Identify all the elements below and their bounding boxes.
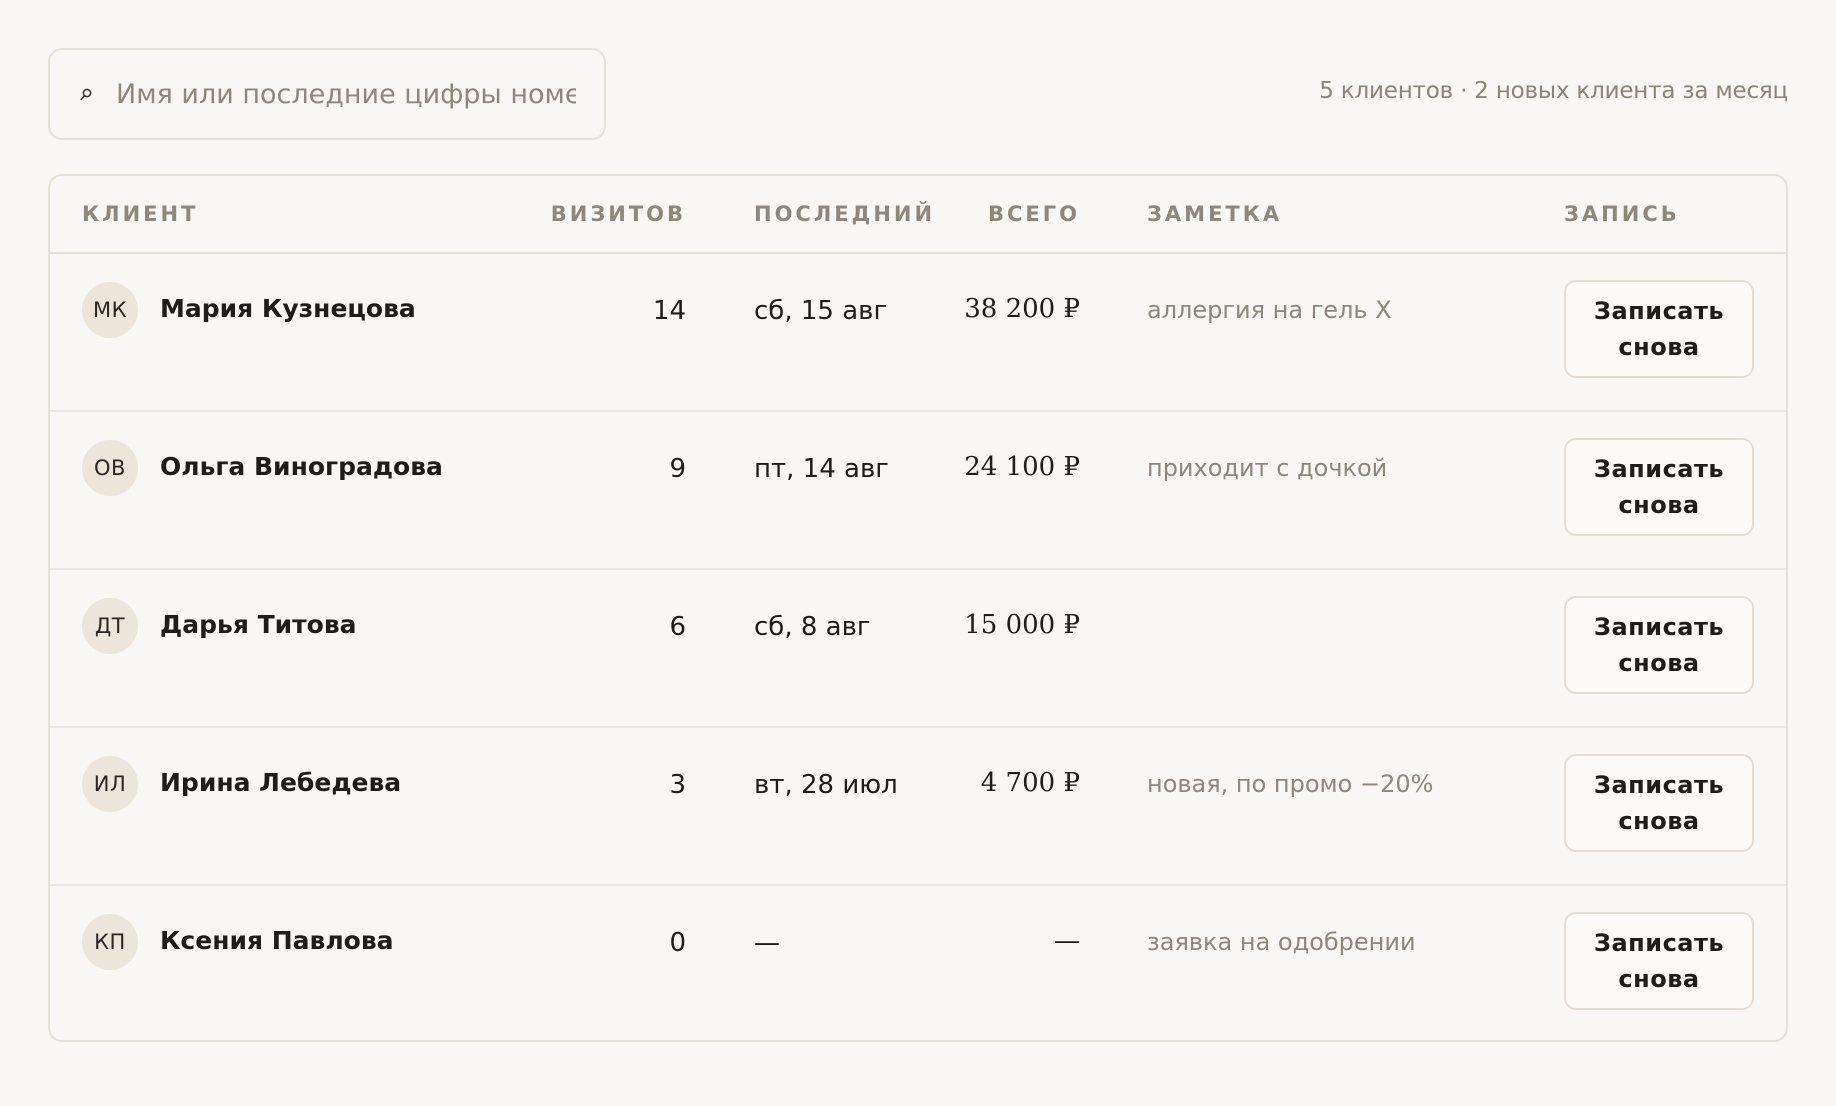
last-visit-date: пт, 14 авг — [754, 454, 889, 484]
client-note: новая, по промо −20% — [1147, 770, 1434, 798]
visits-count: 14 — [652, 296, 686, 326]
rebook-button[interactable]: Записать снова — [1564, 912, 1754, 1010]
visits-count: 0 — [669, 928, 686, 958]
last-visit-date: сб, 15 авг — [754, 296, 888, 326]
rebook-button[interactable]: Записать снова — [1564, 438, 1754, 536]
client-note: приходит с дочкой — [1147, 454, 1388, 482]
total-spent: — — [1054, 926, 1080, 956]
client-name[interactable]: Мария Кузнецова — [160, 294, 416, 323]
rebook-button[interactable]: Записать снова — [1564, 596, 1754, 694]
table-row[interactable]: ИЛ Ирина Лебедева 3 вт, 28 июл 4 700 ₽ н… — [50, 726, 1786, 886]
table-row[interactable]: ОВ Ольга Виноградова 9 пт, 14 авг 24 100… — [50, 410, 1786, 570]
last-visit-date: — — [754, 928, 780, 958]
avatar: КП — [82, 914, 138, 970]
total-spent: 15 000 ₽ — [964, 610, 1080, 640]
column-header-visits[interactable]: ВИЗИТОВ — [551, 202, 686, 226]
clients-table: КЛИЕНТ ВИЗИТОВ ПОСЛЕДНИЙ ВСЕГО ЗАМЕТКА З… — [48, 174, 1788, 1042]
client-name[interactable]: Дарья Титова — [160, 610, 357, 639]
table-header: КЛИЕНТ ВИЗИТОВ ПОСЛЕДНИЙ ВСЕГО ЗАМЕТКА З… — [50, 176, 1786, 254]
column-header-booking: ЗАПИСЬ — [1564, 202, 1680, 226]
table-row[interactable]: КП Ксения Павлова 0 — — заявка на одобре… — [50, 884, 1786, 1040]
avatar: ИЛ — [82, 756, 138, 812]
search-icon — [80, 88, 92, 101]
column-header-total[interactable]: ВСЕГО — [988, 202, 1080, 226]
table-row[interactable]: МК Мария Кузнецова 14 сб, 15 авг 38 200 … — [50, 252, 1786, 412]
total-spent: 24 100 ₽ — [964, 452, 1080, 482]
search-box[interactable] — [48, 48, 606, 140]
avatar: ОВ — [82, 440, 138, 496]
search-input[interactable] — [116, 78, 576, 110]
client-name[interactable]: Ксения Павлова — [160, 926, 394, 955]
clients-page: 5 клиентов · 2 новых клиента за месяц КЛ… — [0, 0, 1836, 1106]
last-visit-date: сб, 8 авг — [754, 612, 871, 642]
client-note: заявка на одобрении — [1147, 928, 1416, 956]
last-visit-date: вт, 28 июл — [754, 770, 898, 800]
total-spent: 4 700 ₽ — [980, 768, 1080, 798]
column-header-client[interactable]: КЛИЕНТ — [82, 202, 198, 226]
total-spent: 38 200 ₽ — [964, 294, 1080, 324]
avatar: МК — [82, 282, 138, 338]
visits-count: 9 — [669, 454, 686, 484]
client-name[interactable]: Ирина Лебедева — [160, 768, 401, 797]
clients-summary: 5 клиентов · 2 новых клиента за месяц — [1319, 78, 1788, 104]
avatar: ДТ — [82, 598, 138, 654]
column-header-note: ЗАМЕТКА — [1147, 202, 1283, 226]
client-name[interactable]: Ольга Виноградова — [160, 452, 443, 481]
rebook-button[interactable]: Записать снова — [1564, 754, 1754, 852]
visits-count: 3 — [669, 770, 686, 800]
rebook-button[interactable]: Записать снова — [1564, 280, 1754, 378]
visits-count: 6 — [669, 612, 686, 642]
client-note: аллергия на гель X — [1147, 296, 1392, 324]
table-row[interactable]: ДТ Дарья Титова 6 сб, 8 авг 15 000 ₽ Зап… — [50, 568, 1786, 728]
column-header-last[interactable]: ПОСЛЕДНИЙ — [754, 202, 935, 226]
